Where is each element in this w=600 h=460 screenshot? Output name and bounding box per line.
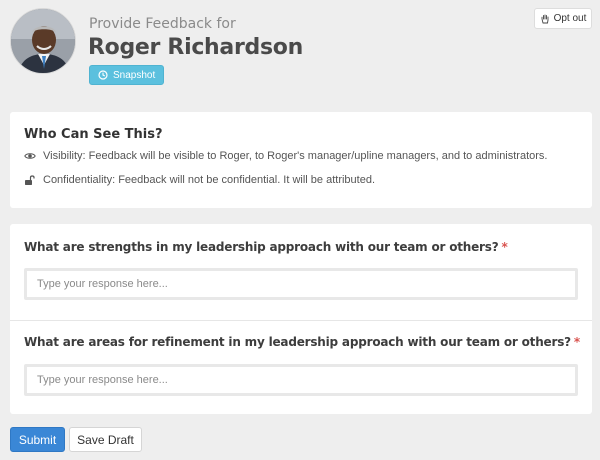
- user-photo: [11, 9, 75, 73]
- question-label: What are strengths in my leadership appr…: [24, 240, 508, 254]
- confidentiality-text: Confidentiality: Feedback will not be co…: [43, 174, 376, 186]
- required-marker: *: [573, 335, 580, 349]
- unlock-icon: [24, 174, 36, 186]
- refinement-response-input[interactable]: [24, 364, 578, 396]
- eye-icon: [24, 150, 36, 162]
- visibility-row: Visibility: Feedback will be visible to …: [24, 150, 547, 162]
- question-block: What are strengths in my leadership appr…: [10, 224, 592, 319]
- strengths-response-input[interactable]: [24, 268, 578, 300]
- question-label: What are areas for refinement in my lead…: [24, 335, 580, 349]
- question-block: What are areas for refinement in my lead…: [10, 320, 592, 414]
- snapshot-button[interactable]: Snapshot: [89, 65, 165, 85]
- confidentiality-row: Confidentiality: Feedback will not be co…: [24, 174, 375, 186]
- clock-icon: [98, 70, 108, 80]
- submit-button[interactable]: Submit: [10, 427, 65, 452]
- required-marker: *: [501, 240, 508, 254]
- question-text: What are strengths in my leadership appr…: [24, 240, 499, 254]
- question-text: What are areas for refinement in my lead…: [24, 335, 571, 349]
- page-header: Provide Feedback for Roger Richardson Sn…: [0, 0, 600, 100]
- opt-out-label: Opt out: [553, 13, 587, 24]
- visibility-card: Who Can See This? Visibility: Feedback w…: [10, 112, 592, 208]
- snapshot-label: Snapshot: [113, 69, 156, 81]
- page-title: Roger Richardson: [88, 35, 303, 60]
- visibility-title: Who Can See This?: [24, 127, 163, 142]
- visibility-text: Visibility: Feedback will be visible to …: [43, 150, 548, 162]
- avatar: [10, 8, 76, 74]
- questions-card: What are strengths in my leadership appr…: [10, 224, 592, 414]
- save-draft-button[interactable]: Save Draft: [69, 427, 142, 452]
- page-subtitle: Provide Feedback for: [89, 16, 236, 32]
- opt-out-button[interactable]: Opt out: [534, 8, 592, 29]
- hand-stop-icon: [540, 14, 550, 24]
